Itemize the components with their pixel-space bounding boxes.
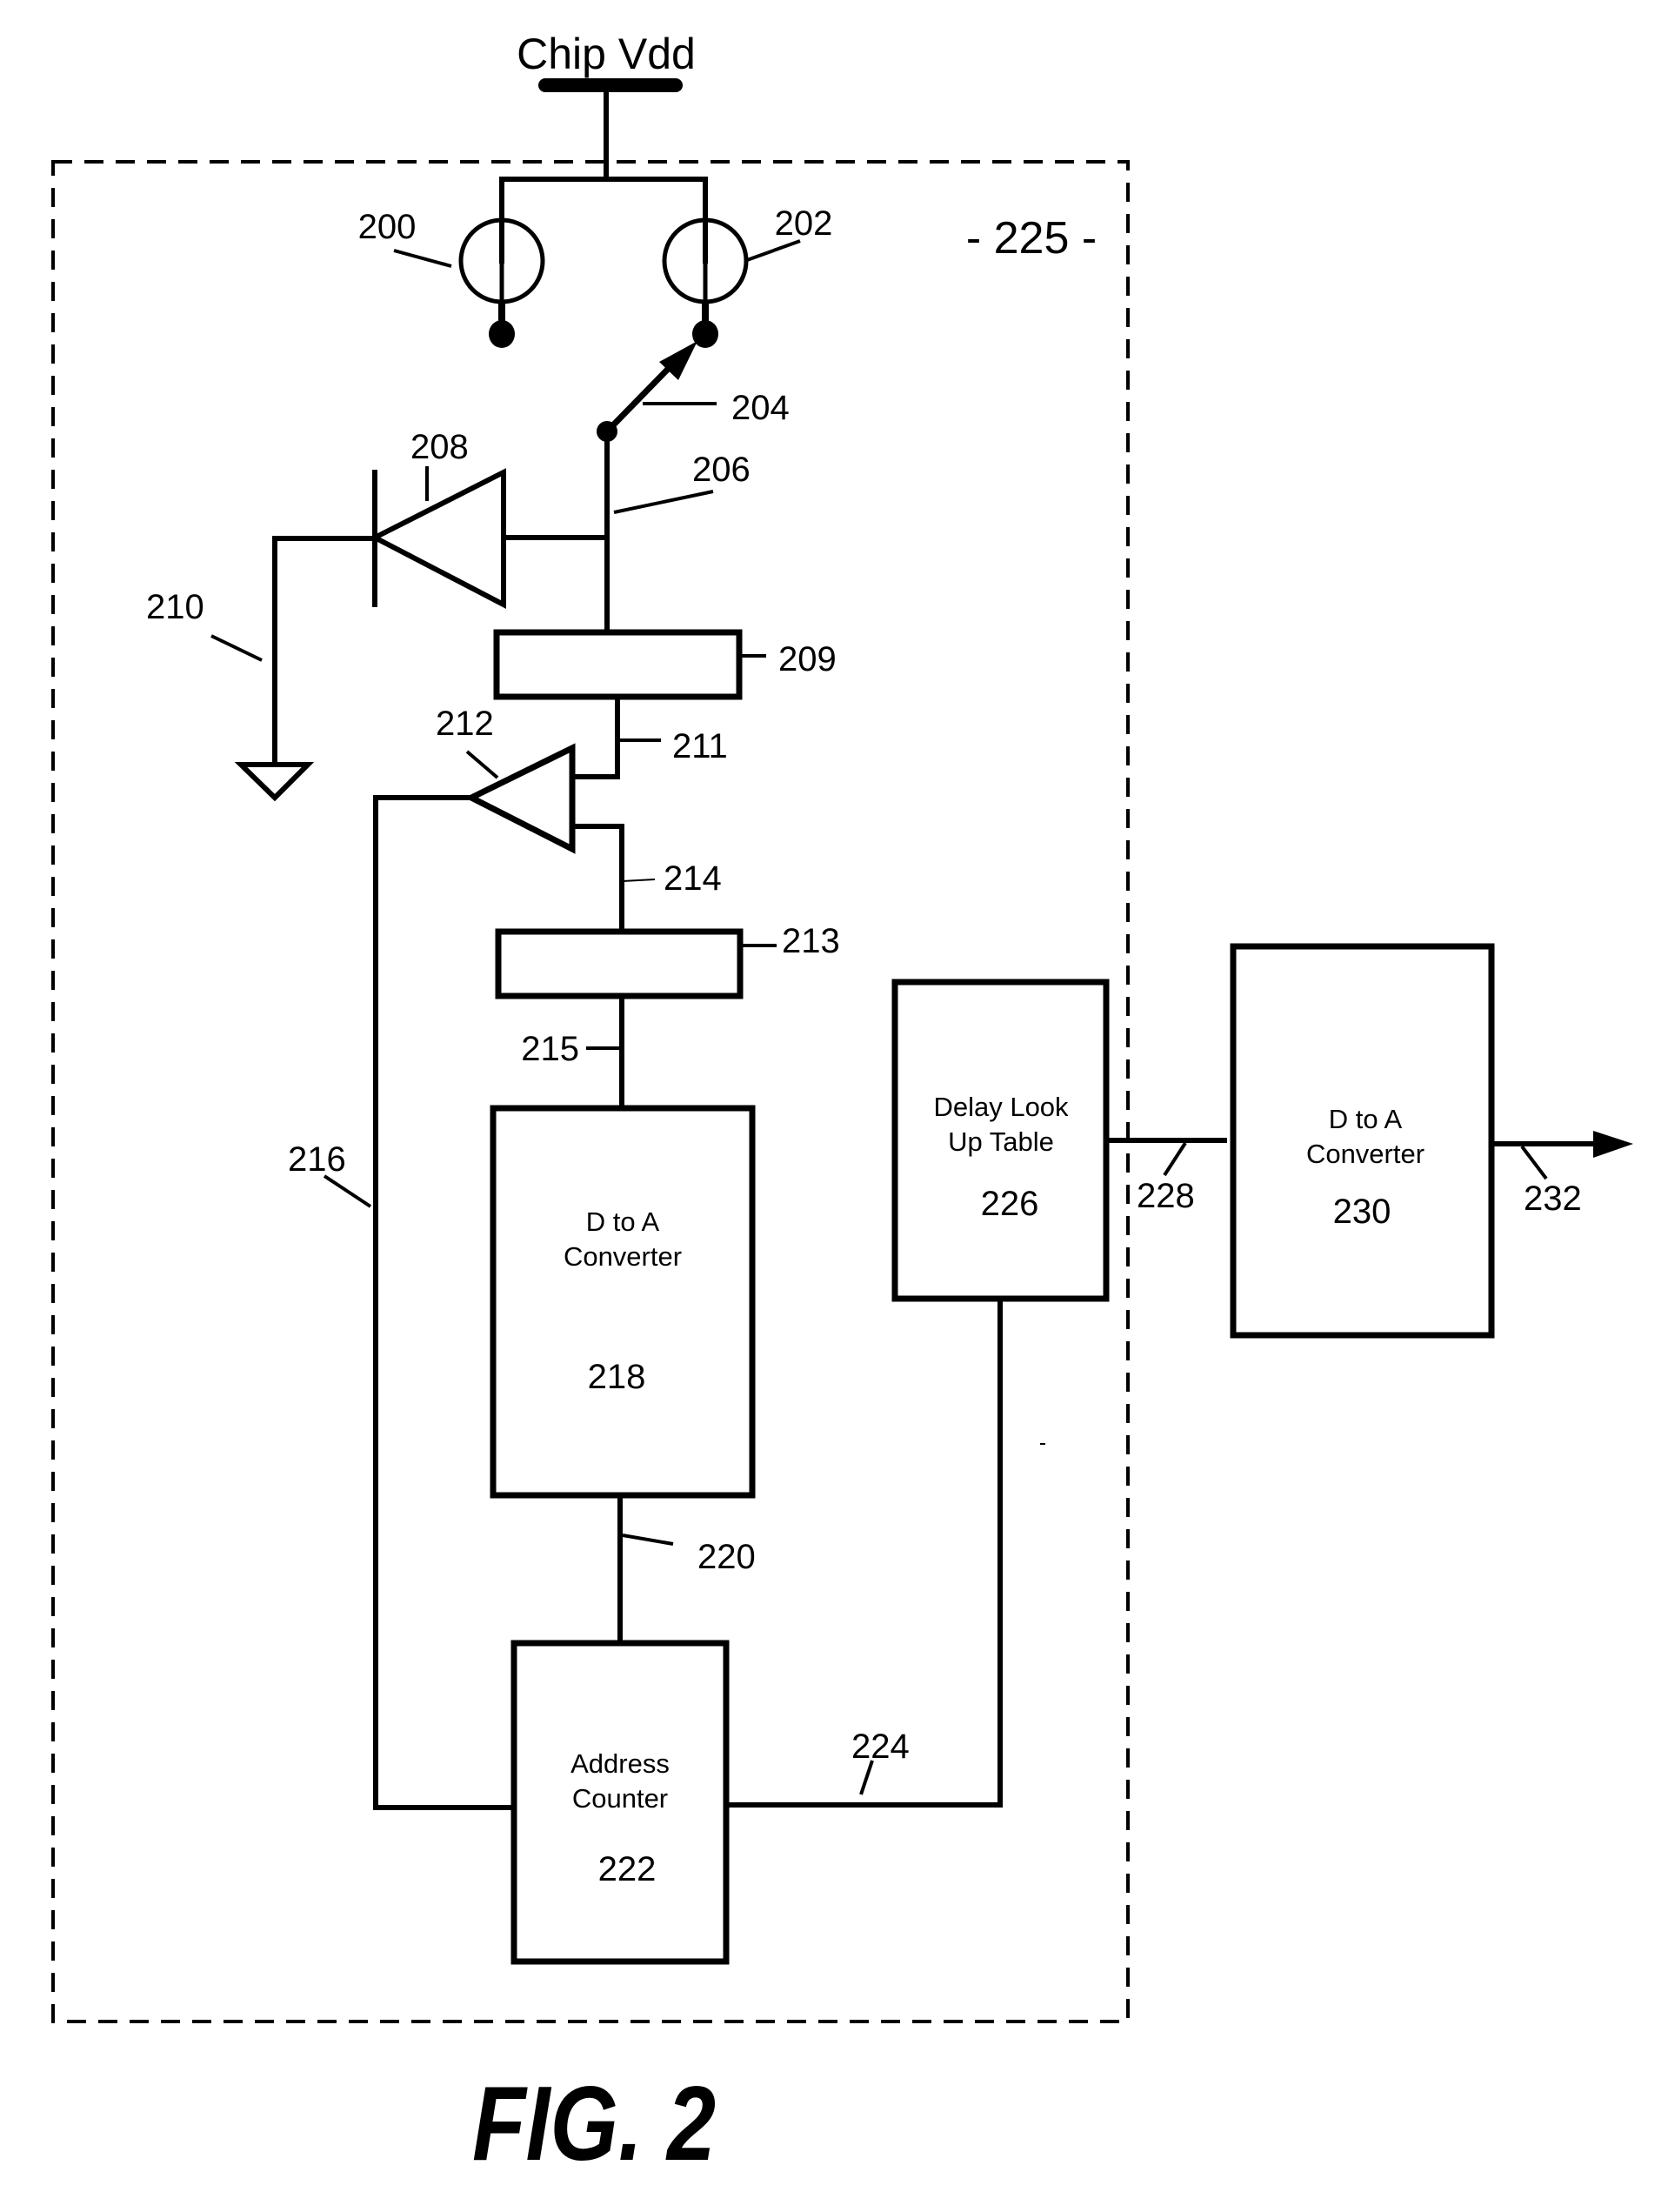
chip-vdd-label: Chip Vdd	[517, 30, 696, 78]
terminal-dot-icon	[489, 320, 515, 348]
ref-label-204: 204	[731, 389, 790, 427]
ref-label-220: 220	[697, 1538, 756, 1576]
circuit-diagram: - 225 - Chip Vdd 200 202 204 206 208 210…	[0, 0, 1668, 2212]
ref-label-224: 224	[851, 1727, 910, 1766]
terminal-dot-icon	[692, 320, 718, 348]
ref-label-211: 211	[672, 727, 728, 765]
ref-label-206: 206	[692, 451, 751, 489]
ref-label-212: 212	[436, 705, 494, 743]
ref-label-216: 216	[288, 1140, 346, 1179]
ref-label-208: 208	[410, 428, 469, 466]
delay-lut-title-line2: Up Table	[948, 1126, 1054, 1157]
delay-lut-ref: 226	[981, 1185, 1039, 1223]
dac-230-ref: 230	[1333, 1193, 1391, 1231]
ref-label-209: 209	[778, 640, 837, 678]
dac-230-title-line2: Converter	[1306, 1139, 1424, 1169]
ref-label-228: 228	[1137, 1177, 1195, 1215]
address-counter-ref: 222	[598, 1850, 657, 1888]
ref-label-213: 213	[782, 922, 840, 960]
dac-230-title-line1: D to A	[1329, 1104, 1403, 1134]
figure-caption: FIG. 2	[472, 2064, 716, 2182]
ref-label-215: 215	[521, 1030, 579, 1068]
dac-218-ref: 218	[588, 1358, 646, 1396]
dac-218-title-line1: D to A	[586, 1206, 660, 1237]
ref-label-214: 214	[664, 859, 722, 898]
dac-218-block	[490, 1105, 756, 1499]
block-209	[493, 629, 743, 700]
enclosure-225-label: - 225 -	[966, 213, 1097, 264]
ref-label-210: 210	[146, 588, 204, 626]
ref-label-202: 202	[775, 204, 833, 243]
block-213	[495, 928, 744, 999]
dac-218-title-line2: Converter	[564, 1241, 682, 1272]
ref-label-200: 200	[358, 208, 417, 246]
address-counter-title-line2: Counter	[572, 1783, 668, 1814]
ref-label-232: 232	[1524, 1180, 1582, 1218]
delay-lut-title-line1: Delay Look	[933, 1092, 1069, 1122]
address-counter-title-line1: Address	[570, 1748, 670, 1779]
